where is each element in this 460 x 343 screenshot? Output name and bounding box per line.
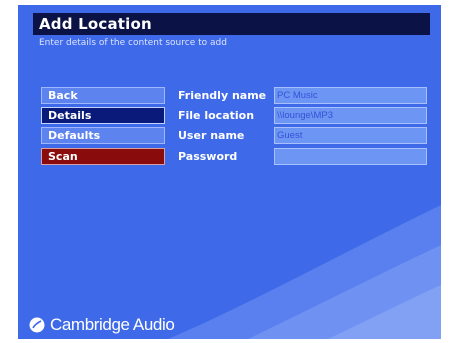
cambridge-audio-logo-icon: [29, 317, 45, 333]
user-name-label: User name: [178, 129, 245, 142]
friendly-name-field[interactable]: PC Music: [274, 87, 427, 104]
page-subtitle: Enter details of the content source to a…: [39, 38, 227, 48]
password-label: Password: [178, 150, 238, 163]
user-name-field[interactable]: Guest: [274, 127, 427, 144]
password-field[interactable]: [274, 148, 427, 165]
wave-background: [168, 205, 441, 339]
file-location-field[interactable]: \\lounge\MP3: [274, 107, 427, 124]
defaults-button[interactable]: Defaults: [41, 127, 165, 144]
scan-button[interactable]: Scan: [41, 148, 165, 165]
details-button[interactable]: Details: [41, 107, 165, 124]
screen: Add Location Enter details of the conten…: [18, 5, 441, 339]
brand-name: Cambridge Audio: [50, 315, 175, 334]
back-button[interactable]: Back: [41, 87, 165, 104]
title-bar: Add Location: [33, 13, 430, 35]
file-location-label: File location: [178, 109, 255, 122]
friendly-name-label: Friendly name: [178, 89, 267, 102]
page-title: Add Location: [39, 15, 152, 33]
